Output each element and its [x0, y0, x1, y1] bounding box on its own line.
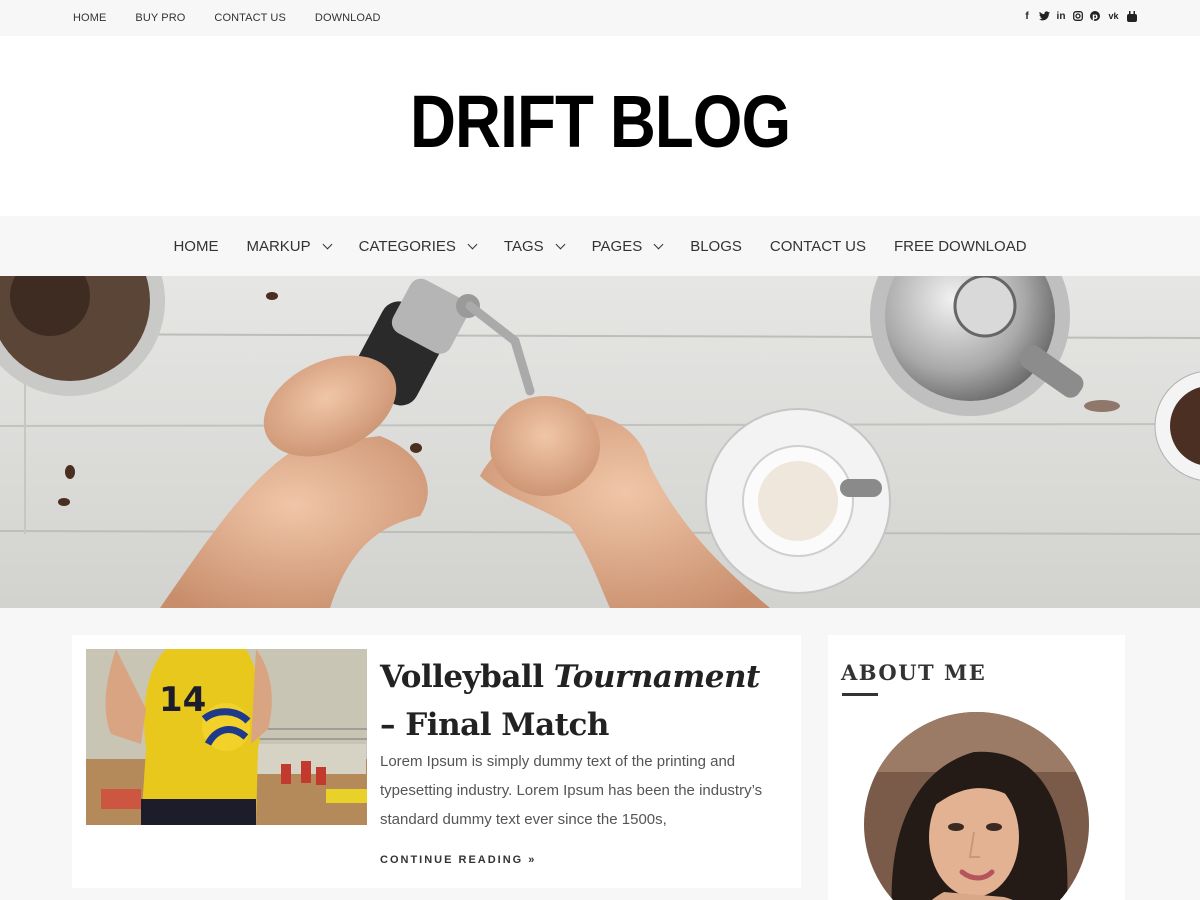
- post-title-emphasis: Tournament: [553, 659, 761, 695]
- chevron-down-icon: [467, 239, 478, 249]
- site-title[interactable]: DRIFT BLOG: [410, 79, 791, 164]
- post-title[interactable]: Volleyball Tournament – Final Match: [380, 653, 780, 749]
- pinterest-icon[interactable]: p: [1089, 10, 1101, 22]
- main-nav-label: CONTACT US: [769, 237, 867, 255]
- facebook-icon[interactable]: f: [1021, 10, 1033, 22]
- post-thumbnail[interactable]: 14: [86, 649, 367, 825]
- chevron-down-icon: [555, 239, 566, 249]
- vk-icon[interactable]: vk: [1106, 10, 1121, 22]
- main-nav-markup[interactable]: MARKUP: [246, 237, 333, 255]
- top-bar: HOME BUY PRO CONTACT US DOWNLOAD f in p …: [0, 0, 1200, 36]
- post-title-part-1: Volleyball: [380, 659, 554, 695]
- top-nav-home[interactable]: HOME: [73, 12, 106, 24]
- top-nav-contact-us[interactable]: CONTACT US: [214, 12, 286, 24]
- main-nav-label: TAGS: [503, 237, 544, 255]
- site-header: DRIFT BLOG: [0, 36, 1200, 216]
- main-nav-label: PAGES: [591, 237, 643, 255]
- main-nav-label: BLOGS: [690, 237, 742, 255]
- social-links: f in p vk: [1021, 10, 1138, 22]
- main-nav-free-download[interactable]: FREE DOWNLOAD: [894, 238, 1027, 255]
- post-card: 14 Volleyball Tournament – Final Match L…: [72, 635, 801, 888]
- main-nav-categories[interactable]: CATEGORIES: [358, 237, 478, 255]
- youtube-icon[interactable]: [1126, 10, 1138, 22]
- main-nav-pages[interactable]: PAGES: [591, 237, 664, 255]
- main-nav: HOME MARKUP CATEGORIES TAGS PAGES BLOGS …: [0, 216, 1200, 276]
- instagram-icon[interactable]: [1072, 10, 1084, 22]
- about-me-widget: ABOUT ME: [828, 635, 1125, 900]
- top-nav-download[interactable]: DOWNLOAD: [315, 12, 381, 24]
- main-nav-label: MARKUP: [246, 237, 311, 255]
- linkedin-icon[interactable]: in: [1055, 10, 1067, 22]
- top-nav-buy-pro[interactable]: BUY PRO: [135, 12, 185, 24]
- chevron-down-icon: [653, 239, 664, 249]
- post-excerpt: Lorem Ipsum is simply dummy text of the …: [380, 753, 763, 828]
- main-nav-label: FREE DOWNLOAD: [894, 237, 1027, 255]
- jersey-number: 14: [159, 680, 206, 720]
- widget-title-underline: [842, 693, 878, 696]
- hero-image: [0, 276, 1200, 608]
- post-title-part-2: – Final Match: [380, 707, 609, 743]
- main-nav-home[interactable]: HOME: [173, 238, 218, 255]
- avatar: [864, 712, 1089, 900]
- widget-title: ABOUT ME: [841, 660, 987, 685]
- main-nav-contact-us[interactable]: CONTACT US: [770, 238, 866, 255]
- top-nav: HOME BUY PRO CONTACT US DOWNLOAD: [73, 0, 410, 36]
- main-nav-label: HOME: [173, 237, 219, 255]
- main-nav-blogs[interactable]: BLOGS: [690, 238, 742, 255]
- chevron-down-icon: [322, 239, 333, 249]
- continue-reading-link[interactable]: CONTINUE READING »: [380, 854, 536, 866]
- main-nav-label: CATEGORIES: [358, 237, 456, 255]
- main-nav-tags[interactable]: TAGS: [503, 237, 566, 255]
- twitter-icon[interactable]: [1038, 10, 1050, 22]
- svg-text:p: p: [1092, 12, 1098, 21]
